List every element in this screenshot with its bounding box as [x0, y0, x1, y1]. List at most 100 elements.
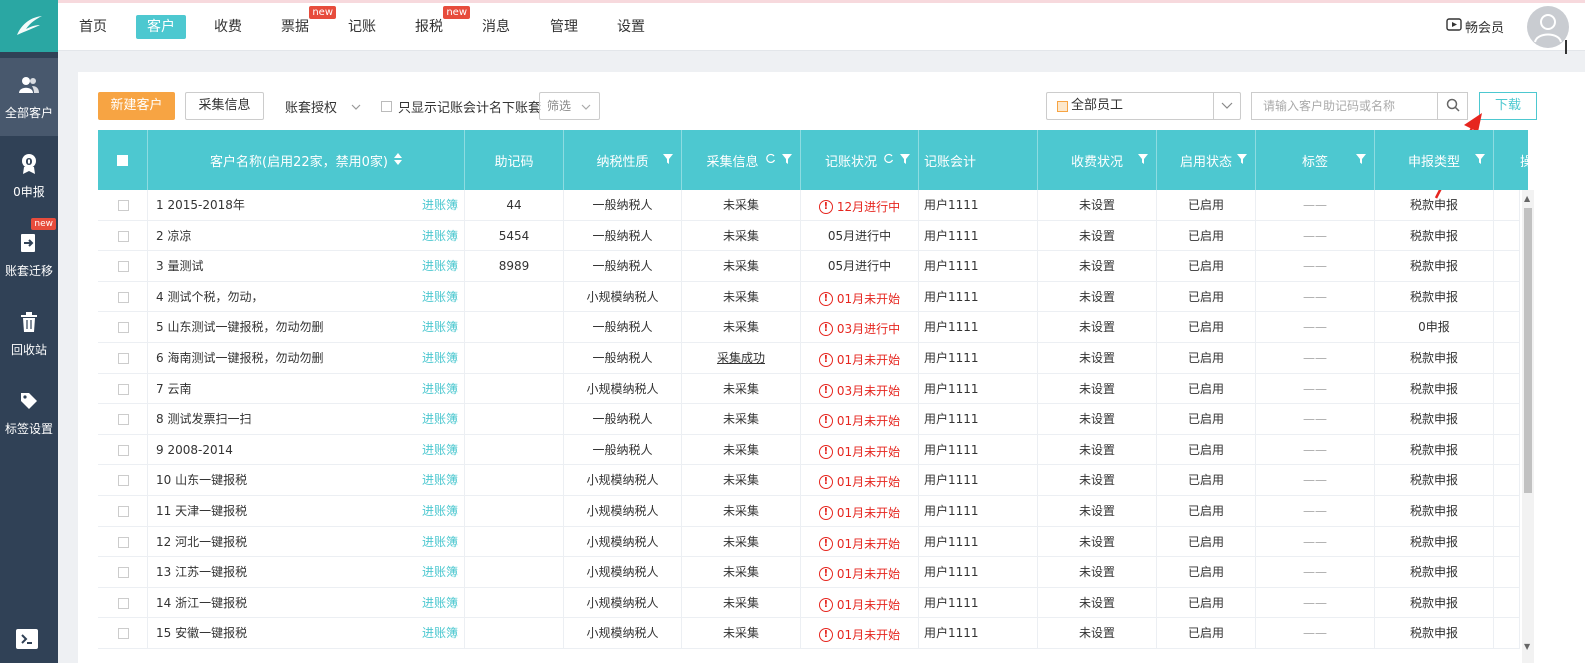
filter-icon[interactable]: [900, 153, 910, 168]
select-all-checkbox[interactable]: [117, 154, 128, 166]
ops-cell[interactable]: [1494, 343, 1520, 373]
th-collect[interactable]: 采集信息: [682, 130, 801, 190]
row-checkbox[interactable]: [118, 567, 129, 579]
nav-item-8[interactable]: 设置: [606, 15, 656, 39]
collect-status-cell[interactable]: 采集成功: [682, 343, 801, 373]
open-ledger-link[interactable]: 进账簿: [422, 496, 458, 526]
open-ledger-link[interactable]: 进账簿: [422, 618, 458, 648]
open-ledger-link[interactable]: 进账簿: [422, 282, 458, 312]
row-select-cell[interactable]: [98, 587, 148, 618]
row-select-cell[interactable]: [98, 557, 148, 588]
table-row[interactable]: 7 云南 进账簿 小规模纳税人 未采集! 03月未开始 用户1111 未设置 已启用 —— 税款申…: [98, 373, 1520, 405]
open-ledger-link[interactable]: 进账簿: [422, 374, 458, 404]
table-row[interactable]: 8 测试发票扫一扫 进账簿 一般纳税人 未采集! 01月未开始 用户1111 未设置 已启用 —…: [98, 404, 1520, 435]
row-checkbox[interactable]: [118, 414, 129, 426]
ops-cell[interactable]: [1494, 281, 1520, 312]
row-select-cell[interactable]: [98, 373, 148, 404]
th-tag[interactable]: 标签: [1256, 130, 1375, 190]
sidebar-item-4[interactable]: 标签设置: [0, 374, 58, 452]
sort-icon[interactable]: [393, 152, 402, 168]
ops-cell[interactable]: [1494, 496, 1520, 526]
nav-item-4[interactable]: 记账: [337, 15, 387, 39]
only-mine-checkbox[interactable]: 只显示记账会计名下账套: [381, 97, 541, 116]
collect-success-link[interactable]: 采集成功: [717, 351, 765, 365]
row-checkbox[interactable]: [118, 322, 129, 334]
scrollbar-thumb[interactable]: [1524, 208, 1532, 493]
open-ledger-link[interactable]: 进账簿: [422, 465, 458, 495]
open-ledger-link[interactable]: 进账簿: [422, 527, 458, 557]
row-checkbox[interactable]: [118, 383, 129, 395]
open-ledger-link[interactable]: 进账簿: [422, 251, 458, 281]
row-checkbox[interactable]: [118, 628, 129, 640]
search-input[interactable]: 请输入客户助记码或名称: [1251, 92, 1437, 120]
filter-icon[interactable]: [782, 153, 792, 168]
filter-icon[interactable]: [1356, 153, 1366, 168]
row-checkbox[interactable]: [118, 597, 129, 609]
th-enabled[interactable]: 启用状态: [1157, 130, 1256, 190]
table-row[interactable]: 13 江苏一键报税 进账簿 小规模纳税人 未采集! 01月未开始 用户1111 未设置 已启用…: [98, 557, 1520, 588]
app-logo[interactable]: [0, 0, 58, 52]
vip-member-link[interactable]: 畅会员: [1446, 17, 1504, 36]
table-row[interactable]: 2 凉凉 进账簿 5454 一般纳税人 未采集 05月进行中 用户1111 未设置 已启用 —— 税…: [98, 220, 1520, 252]
th-tax-type[interactable]: 纳税性质: [564, 130, 682, 190]
row-select-cell[interactable]: [98, 343, 148, 373]
new-customer-button[interactable]: 新建客户: [98, 92, 175, 120]
row-checkbox[interactable]: [118, 291, 129, 303]
row-select-cell[interactable]: [98, 190, 148, 220]
nav-item-1[interactable]: 客户: [136, 15, 186, 39]
row-select-cell[interactable]: [98, 312, 148, 343]
open-ledger-link[interactable]: 进账簿: [422, 312, 458, 342]
ops-cell[interactable]: [1494, 587, 1520, 618]
filter-icon[interactable]: [1138, 153, 1148, 168]
sidebar-item-1[interactable]: 0 0申报: [0, 137, 58, 215]
filter-icon[interactable]: [1475, 153, 1485, 168]
row-checkbox[interactable]: [118, 444, 129, 456]
open-ledger-link[interactable]: 进账簿: [422, 588, 458, 618]
open-ledger-link[interactable]: 进账簿: [422, 404, 458, 434]
nav-item-2[interactable]: 收费: [203, 15, 253, 39]
scroll-down-arrow-icon[interactable]: ▼: [1524, 642, 1530, 651]
row-checkbox[interactable]: [118, 230, 129, 242]
row-select-cell[interactable]: [98, 281, 148, 312]
ops-cell[interactable]: [1494, 251, 1520, 282]
table-row[interactable]: 12 河北一键报税 进账簿 小规模纳税人 未采集! 01月未开始 用户1111 未设置 已启用…: [98, 526, 1520, 558]
refresh-icon[interactable]: [883, 153, 894, 168]
filter-icon[interactable]: [1237, 153, 1247, 168]
refresh-icon[interactable]: [765, 153, 776, 168]
table-row[interactable]: 11 天津一键报税 进账簿 小规模纳税人 未采集! 01月未开始 用户1111 未设置 已启用…: [98, 496, 1520, 527]
row-checkbox[interactable]: [118, 475, 129, 487]
sidebar-item-3[interactable]: 回收站: [0, 295, 58, 373]
open-ledger-link[interactable]: 进账簿: [422, 221, 458, 251]
ledger-auth-dropdown[interactable]: 账套授权: [285, 97, 361, 116]
row-checkbox[interactable]: [118, 506, 129, 517]
collect-info-button[interactable]: 采集信息: [185, 92, 264, 120]
row-select-cell[interactable]: [98, 496, 148, 526]
open-ledger-link[interactable]: 进账簿: [422, 435, 458, 465]
row-select-cell[interactable]: [98, 251, 148, 282]
select-all-header[interactable]: [98, 130, 148, 190]
row-select-cell[interactable]: [98, 404, 148, 435]
checkbox[interactable]: [381, 101, 392, 112]
ops-cell[interactable]: [1494, 557, 1520, 588]
table-scrollbar[interactable]: ▲ ▼: [1522, 190, 1534, 663]
open-ledger-link[interactable]: 进账簿: [422, 557, 458, 587]
row-select-cell[interactable]: [98, 618, 148, 649]
sidebar-item-2[interactable]: 账套迁移 new: [0, 216, 58, 294]
nav-item-0[interactable]: 首页: [68, 15, 118, 39]
table-row[interactable]: 3 量测试 进账簿 8989 一般纳税人 未采集 05月进行中 用户1111 未设置 已启用 ——…: [98, 251, 1520, 282]
row-checkbox[interactable]: [118, 261, 129, 273]
row-checkbox[interactable]: [118, 536, 129, 548]
ops-cell[interactable]: [1494, 465, 1520, 496]
open-ledger-link[interactable]: 进账簿: [422, 343, 458, 373]
row-checkbox[interactable]: [118, 200, 129, 211]
nav-item-5[interactable]: 报税 new: [404, 6, 470, 39]
user-avatar[interactable]: [1527, 6, 1569, 48]
row-checkbox[interactable]: [118, 353, 129, 364]
table-row[interactable]: 14 浙江一键报税 进账簿 小规模纳税人 未采集! 01月未开始 用户1111 未设置 已启用…: [98, 587, 1520, 619]
ops-cell[interactable]: [1494, 190, 1520, 220]
row-select-cell[interactable]: [98, 220, 148, 251]
ops-cell[interactable]: [1494, 404, 1520, 435]
ops-cell[interactable]: [1494, 526, 1520, 557]
ops-cell[interactable]: [1494, 312, 1520, 343]
ops-cell[interactable]: [1494, 434, 1520, 465]
